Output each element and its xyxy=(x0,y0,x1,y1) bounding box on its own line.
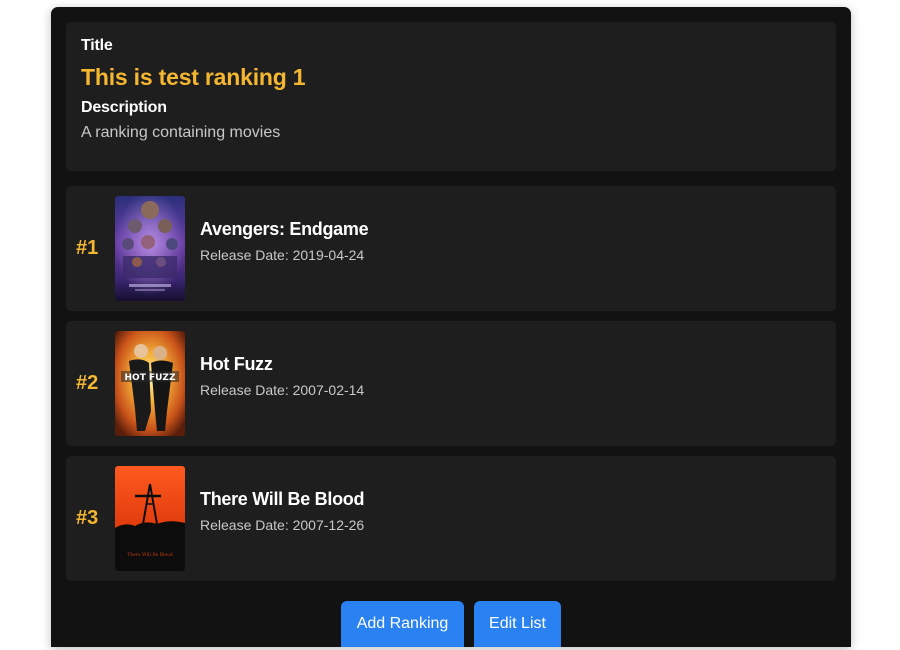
there-will-be-blood-poster: There Will Be Blood xyxy=(115,466,185,571)
release-date: Release Date: 2019-04-24 xyxy=(200,247,365,263)
poster-text: HOT FUZZ xyxy=(125,373,176,383)
hot-fuzz-poster: HOT FUZZ xyxy=(115,331,185,436)
release-date: Release Date: 2007-02-14 xyxy=(200,382,365,398)
title-label: Title xyxy=(81,37,113,54)
description-label: Description xyxy=(81,99,167,116)
movie-title[interactable]: Hot Fuzz xyxy=(200,354,273,375)
ranking-info-card: Title This is test ranking 1 Description… xyxy=(66,22,836,171)
add-ranking-button[interactable]: Add Ranking xyxy=(341,601,464,647)
movie-title[interactable]: Avengers: Endgame xyxy=(200,219,369,240)
rank-number: #2 xyxy=(76,372,99,394)
rank-number: #1 xyxy=(76,237,99,259)
release-date: Release Date: 2007-12-26 xyxy=(200,517,365,533)
ranking-title: This is test ranking 1 xyxy=(81,64,306,90)
ranking-panel: Title This is test ranking 1 Description… xyxy=(51,7,851,647)
movie-title[interactable]: There Will Be Blood xyxy=(200,489,364,510)
movie-row-2[interactable]: #2 HOT FUZZ Hot Fuzz Release Date: 2007-… xyxy=(66,321,836,446)
edit-list-button[interactable]: Edit List xyxy=(474,601,561,647)
avengers-endgame-poster xyxy=(115,196,185,301)
ranking-description: A ranking containing movies xyxy=(81,124,281,141)
movie-row-3[interactable]: #3 There Will Be Blood There Will Be Blo… xyxy=(66,456,836,581)
poster-text: There Will Be Blood xyxy=(127,552,173,558)
movie-row-1[interactable]: #1 Avengers: Endgame Release Date: 2019-… xyxy=(66,186,836,311)
rank-number: #3 xyxy=(76,507,99,529)
